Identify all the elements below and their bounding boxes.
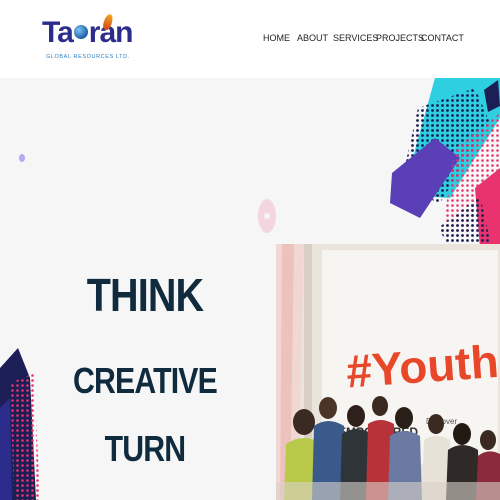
decorative-dot: [19, 154, 25, 162]
hero-title-line-1: THINK: [86, 269, 204, 321]
banner-title: #Youth: [345, 335, 500, 398]
decorative-ring: [258, 199, 276, 233]
brush-decoration-top-right: [390, 78, 500, 248]
globe-icon: [73, 25, 88, 40]
logo-word-left: Ta: [42, 16, 74, 49]
hero-section: THINK CREATIVE TURN #Youth EMPOWERED Dis…: [0, 78, 500, 500]
site-header: Ta ran GLOBAL RESOURCES LTD. HOME ABOUT S…: [0, 0, 500, 78]
logo-wordmark: Ta ran: [42, 16, 133, 50]
nav-about[interactable]: ABOUT: [297, 33, 328, 43]
nav-projects[interactable]: PROJECTS: [376, 33, 424, 43]
hero-title-line-2: CREATIVE: [73, 360, 218, 401]
logo-tagline: GLOBAL RESOURCES LTD.: [46, 54, 130, 60]
event-photo-illustration: #Youth EMPOWERED Discover: [276, 244, 500, 500]
brand-logo[interactable]: Ta ran GLOBAL RESOURCES LTD.: [42, 13, 133, 66]
nav-home[interactable]: HOME: [263, 33, 290, 43]
nav-services[interactable]: SERVICES: [333, 33, 378, 43]
hero-title-line-3: TURN: [104, 428, 186, 469]
nav-contact[interactable]: CONTACT: [421, 33, 464, 43]
hero-photo: #Youth EMPOWERED Discover: [276, 244, 500, 500]
